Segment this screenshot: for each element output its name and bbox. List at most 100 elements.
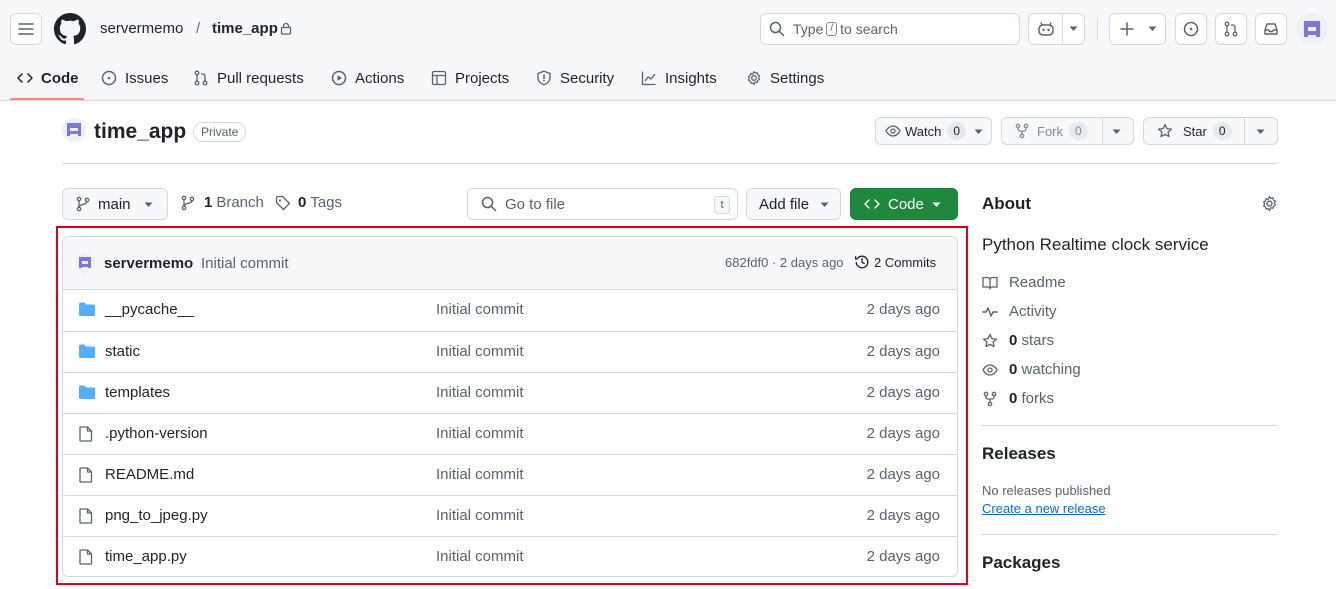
chevron-down-icon[interactable] bbox=[1112, 129, 1121, 135]
tags-link[interactable]: 0 Tags bbox=[275, 194, 342, 211]
watching-count: 0 bbox=[1009, 361, 1018, 378]
tab-actions-label: Actions bbox=[355, 69, 405, 87]
chevron-down-icon bbox=[974, 129, 983, 135]
activity-label: Activity bbox=[1009, 303, 1057, 320]
chevron-down-icon bbox=[932, 202, 941, 208]
code-icon bbox=[864, 196, 880, 212]
search-icon bbox=[481, 196, 497, 212]
plus-icon bbox=[1120, 22, 1134, 36]
star-icon bbox=[982, 333, 998, 347]
stars-label: stars bbox=[1021, 332, 1055, 349]
star-button[interactable]: Star 0 bbox=[1143, 117, 1278, 145]
tab-pull-requests-label: Pull requests bbox=[217, 69, 304, 87]
readme-link[interactable]: Readme bbox=[982, 274, 1066, 291]
fork-divider bbox=[1102, 118, 1103, 144]
eye-icon bbox=[982, 363, 998, 376]
chevron-down-icon bbox=[144, 202, 153, 208]
tab-pull-requests[interactable]: Pull requests bbox=[193, 62, 304, 94]
repo-description: Python Realtime clock service bbox=[982, 235, 1209, 254]
stars-link[interactable]: 0 stars bbox=[982, 332, 1054, 349]
eye-icon bbox=[885, 123, 901, 139]
owner-link[interactable]: servermemo bbox=[100, 19, 183, 39]
chevron-down-icon bbox=[1148, 26, 1157, 32]
repo-link[interactable]: time_app bbox=[212, 19, 278, 39]
active-tab-indicator bbox=[10, 98, 84, 100]
fork-button[interactable]: Fork 0 bbox=[1001, 117, 1134, 145]
tab-projects-label: Projects bbox=[455, 69, 510, 87]
branch-selector[interactable]: main bbox=[62, 188, 168, 220]
chevron-down-icon bbox=[820, 202, 829, 208]
search-shortcut-key: / bbox=[826, 22, 838, 36]
go-to-file-input[interactable]: Go to file t bbox=[467, 188, 738, 220]
inbox-button[interactable] bbox=[1255, 13, 1287, 45]
tab-projects[interactable]: Projects bbox=[431, 62, 509, 94]
shield-icon bbox=[537, 70, 551, 86]
copilot-button[interactable] bbox=[1028, 13, 1085, 45]
watching-link[interactable]: 0 watching bbox=[982, 361, 1081, 378]
play-icon bbox=[331, 70, 347, 86]
star-count: 0 bbox=[1212, 122, 1232, 140]
code-button-label: Code bbox=[888, 195, 924, 213]
stars-count: 0 bbox=[1009, 332, 1018, 349]
issue-open-icon bbox=[1183, 21, 1199, 37]
go-to-file-shortcut: t bbox=[714, 196, 730, 214]
lock-icon bbox=[280, 22, 292, 35]
chevron-down-icon bbox=[1069, 26, 1078, 32]
code-icon bbox=[17, 73, 33, 83]
tag-icon bbox=[275, 195, 291, 211]
star-divider bbox=[1244, 118, 1245, 144]
repo-forked-icon bbox=[983, 391, 997, 406]
watching-label: watching bbox=[1021, 361, 1081, 378]
watch-button[interactable]: Watch 0 bbox=[875, 117, 992, 145]
github-logo-icon[interactable] bbox=[54, 13, 86, 45]
code-dropdown-button[interactable]: Code bbox=[850, 188, 958, 220]
tab-code[interactable]: Code bbox=[17, 62, 79, 94]
gear-icon bbox=[747, 70, 761, 86]
tag-count: 0 bbox=[298, 194, 307, 211]
breadcrumb-separator: / bbox=[196, 20, 201, 37]
create-release-link[interactable]: Create a new release bbox=[982, 501, 1106, 516]
tab-issues-label: Issues bbox=[125, 69, 169, 87]
packages-title[interactable]: Packages bbox=[982, 553, 1060, 573]
repo-owner-avatar[interactable] bbox=[62, 118, 86, 142]
repo-title[interactable]: time_app bbox=[94, 119, 186, 145]
hamburger-icon bbox=[18, 23, 34, 35]
add-file-button[interactable]: Add file bbox=[746, 188, 841, 220]
menu-button[interactable] bbox=[10, 13, 42, 45]
branches-link[interactable]: 1 Branch bbox=[181, 194, 264, 211]
chevron-down-icon[interactable] bbox=[1256, 129, 1265, 135]
inbox-icon bbox=[1264, 23, 1278, 35]
git-pull-request-icon bbox=[1224, 21, 1238, 37]
gear-icon[interactable] bbox=[1261, 195, 1278, 212]
tab-issues[interactable]: Issues bbox=[101, 62, 168, 94]
forks-count: 0 bbox=[1009, 390, 1018, 407]
tab-security[interactable]: Security bbox=[536, 62, 614, 94]
branch-count: 1 bbox=[204, 194, 213, 211]
search-icon bbox=[769, 21, 785, 37]
tag-count-label: Tags bbox=[310, 194, 343, 211]
tab-actions[interactable]: Actions bbox=[331, 62, 404, 94]
global-search-input[interactable]: Type / to search bbox=[760, 13, 1020, 45]
readme-label: Readme bbox=[1009, 274, 1066, 291]
forks-label: forks bbox=[1021, 390, 1055, 407]
go-to-file-placeholder: Go to file bbox=[505, 195, 566, 213]
issues-header-button[interactable] bbox=[1175, 13, 1207, 45]
avatar[interactable] bbox=[1296, 13, 1328, 45]
tab-security-label: Security bbox=[560, 69, 615, 87]
graph-icon bbox=[641, 71, 656, 86]
no-releases-text: No releases published bbox=[982, 483, 1111, 498]
pull-requests-header-button[interactable] bbox=[1215, 13, 1247, 45]
repo-header-divider bbox=[62, 163, 1278, 164]
tab-insights[interactable]: Insights bbox=[641, 62, 717, 94]
tab-insights-label: Insights bbox=[665, 69, 717, 87]
git-branch-icon bbox=[76, 196, 90, 212]
copilot-icon bbox=[1037, 21, 1055, 37]
search-placeholder-prefix: Type bbox=[793, 21, 824, 37]
forks-link[interactable]: 0 forks bbox=[982, 390, 1054, 407]
activity-link[interactable]: Activity bbox=[982, 303, 1057, 320]
highlight-box bbox=[56, 226, 968, 585]
tab-settings[interactable]: Settings bbox=[746, 62, 824, 94]
releases-title[interactable]: Releases bbox=[982, 444, 1056, 464]
create-new-button[interactable] bbox=[1109, 13, 1166, 45]
fork-label: Fork bbox=[1037, 123, 1063, 139]
